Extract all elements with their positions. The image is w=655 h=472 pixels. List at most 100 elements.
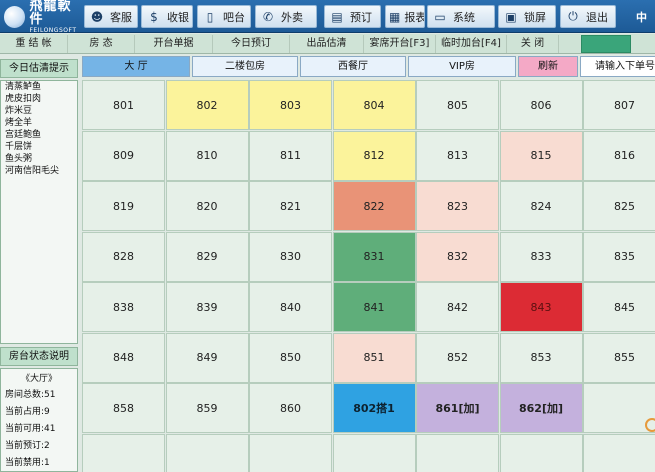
room-cell[interactable]: 853	[499, 332, 583, 383]
status-line: 当前可用:41	[5, 424, 56, 434]
tab-area-3[interactable]: VIP房	[408, 56, 516, 77]
room-cell[interactable]: 858	[82, 383, 165, 433]
estimate-item: 宫廷鲍鱼	[5, 130, 42, 140]
function-bar: 重 结 帐房 态开台单据 今日预订 出品估清 宴席开台[F3] 临时加台[F4] 关 闭	[0, 34, 655, 54]
nav-button-6[interactable]: ▭ 系统	[427, 5, 495, 28]
room-cell[interactable]: 849	[165, 332, 249, 383]
nav-button-1[interactable]: $ 收银	[141, 5, 193, 28]
room-cell[interactable]: 811	[249, 130, 332, 181]
room-cell[interactable]: 807	[583, 80, 655, 130]
tab-area-1[interactable]: 二楼包房	[192, 56, 298, 77]
room-cell[interactable]: 835	[583, 231, 655, 282]
report-icon: ▦	[389, 9, 401, 24]
room-cell[interactable]: 805	[416, 80, 499, 130]
room-cell[interactable]: 851	[332, 332, 416, 383]
room-cell[interactable]: 803	[249, 80, 332, 130]
estimate-title: 今日估清提示	[0, 59, 78, 78]
room-cell[interactable]: 804	[332, 80, 416, 130]
room-cell[interactable]: 842	[416, 282, 499, 332]
estimate-item: 千层饼	[5, 142, 33, 152]
room-cell[interactable]: 815	[499, 130, 583, 181]
order-search-input[interactable]: 请输入下单号	[580, 56, 655, 77]
dollar-icon: $	[150, 9, 158, 24]
room-cell-empty[interactable]	[165, 433, 249, 472]
room-cell[interactable]: 802搭1	[332, 383, 416, 433]
room-cell[interactable]: 845	[583, 282, 655, 332]
room-cell[interactable]: 839	[165, 282, 249, 332]
app-logo: 飛龍軟件 FEILONGSOFT	[0, 0, 84, 33]
room-cell[interactable]: 855	[583, 332, 655, 383]
room-cell[interactable]: 810	[165, 130, 249, 181]
room-cell[interactable]: 840	[249, 282, 332, 332]
room-cell[interactable]: 828	[82, 231, 165, 282]
nav-button-4[interactable]: ▤ 预订	[324, 5, 381, 28]
tab-area-2[interactable]: 西餐厅	[300, 56, 406, 77]
nav-button-label: 收银	[167, 10, 189, 24]
room-cell[interactable]: 852	[416, 332, 499, 383]
room-cell[interactable]: 819	[82, 181, 165, 231]
nav-button-8[interactable]: ⏻ 退出	[560, 5, 616, 28]
top-toolbar: 飛龍軟件 FEILONGSOFT ☻ 客服 $ 收银 ▯ 吧台 ✆ 外卖 ▤ 预订 ▦ 报表 ▭ 系统 ▣ 锁…	[0, 0, 655, 33]
monitor-icon: ▭	[434, 9, 446, 24]
function-button-3[interactable]: 今日预订	[213, 35, 290, 53]
room-cell[interactable]: 862[加]	[499, 383, 583, 433]
room-cell-empty[interactable]	[82, 433, 165, 472]
nav-button-label: 外卖	[281, 10, 303, 24]
function-button-0[interactable]: 重 结 帐	[0, 35, 68, 53]
room-cell-empty[interactable]	[583, 433, 655, 472]
room-cell-empty[interactable]	[332, 433, 416, 472]
room-cell[interactable]: 824	[499, 181, 583, 231]
room-cell[interactable]: 833	[499, 231, 583, 282]
nav-button-0[interactable]: ☻ 客服	[84, 5, 138, 28]
estimate-list: 清蒸鲈鱼 虎皮扣肉 炸米豆 烤全羊 宫廷鲍鱼 千层饼 鱼头粥 河南信阳毛尖	[0, 80, 78, 344]
room-cell-empty[interactable]	[249, 433, 332, 472]
room-cell-empty[interactable]	[416, 433, 499, 472]
room-cell[interactable]: 860	[249, 383, 332, 433]
nav-button-label: 客服	[110, 10, 132, 24]
dragon-logo-icon	[4, 5, 26, 28]
room-cell[interactable]: 861[加]	[416, 383, 499, 433]
function-button-5[interactable]: 宴席开台[F3]	[364, 35, 436, 53]
room-cell[interactable]: 801	[82, 80, 165, 130]
room-cell[interactable]: 829	[165, 231, 249, 282]
nav-button-2[interactable]: ▯ 吧台	[197, 5, 251, 28]
room-cell[interactable]: 850	[249, 332, 332, 383]
estimate-item: 清蒸鲈鱼	[5, 82, 42, 92]
room-cell[interactable]: 813	[416, 130, 499, 181]
float-handle-icon[interactable]	[645, 418, 655, 432]
room-cell[interactable]: 825	[583, 181, 655, 231]
room-cell[interactable]: 820	[165, 181, 249, 231]
estimate-item: 鱼头粥	[5, 154, 33, 164]
room-cell[interactable]: 816	[583, 130, 655, 181]
room-cell[interactable]: 812	[332, 130, 416, 181]
refresh-button[interactable]: 刷新	[518, 56, 578, 77]
nav-button-7[interactable]: ▣ 锁屏	[498, 5, 556, 28]
room-cell[interactable]: 809	[82, 130, 165, 181]
room-cell[interactable]: 838	[82, 282, 165, 332]
room-cell-empty[interactable]	[499, 433, 583, 472]
room-cell[interactable]: 848	[82, 332, 165, 383]
room-cell[interactable]: 830	[249, 231, 332, 282]
room-cell[interactable]: 821	[249, 181, 332, 231]
app-window: 飛龍軟件 FEILONGSOFT ☻ 客服 $ 收银 ▯ 吧台 ✆ 外卖 ▤ 预订 ▦ 报表 ▭ 系统 ▣ 锁…	[0, 0, 655, 472]
room-cell[interactable]: 832	[416, 231, 499, 282]
status-line: 当前禁用:1	[5, 458, 50, 468]
room-cell[interactable]: 822	[332, 181, 416, 231]
room-cell[interactable]: 841	[332, 282, 416, 332]
function-button-7[interactable]: 关 闭	[507, 35, 559, 53]
function-button-2[interactable]: 开台单据	[135, 35, 213, 53]
function-button-4[interactable]: 出品估清	[290, 35, 364, 53]
tab-area-0[interactable]: 大 厅	[82, 56, 190, 77]
nav-button-5[interactable]: ▦ 报表	[385, 5, 425, 28]
logo-name: 飛龍軟件	[29, 0, 72, 27]
room-cell[interactable]: 831	[332, 231, 416, 282]
function-button-1[interactable]: 房 态	[68, 35, 135, 53]
room-cell[interactable]: 802	[165, 80, 249, 130]
room-cell[interactable]: 806	[499, 80, 583, 130]
room-cell[interactable]: 823	[416, 181, 499, 231]
function-button-6[interactable]: 临时加台[F4]	[436, 35, 507, 53]
room-cell[interactable]: 843	[499, 282, 583, 332]
nav-button-3[interactable]: ✆ 外卖	[255, 5, 317, 28]
room-cell[interactable]: 859	[165, 383, 249, 433]
nav-button-label: 吧台	[223, 10, 245, 24]
